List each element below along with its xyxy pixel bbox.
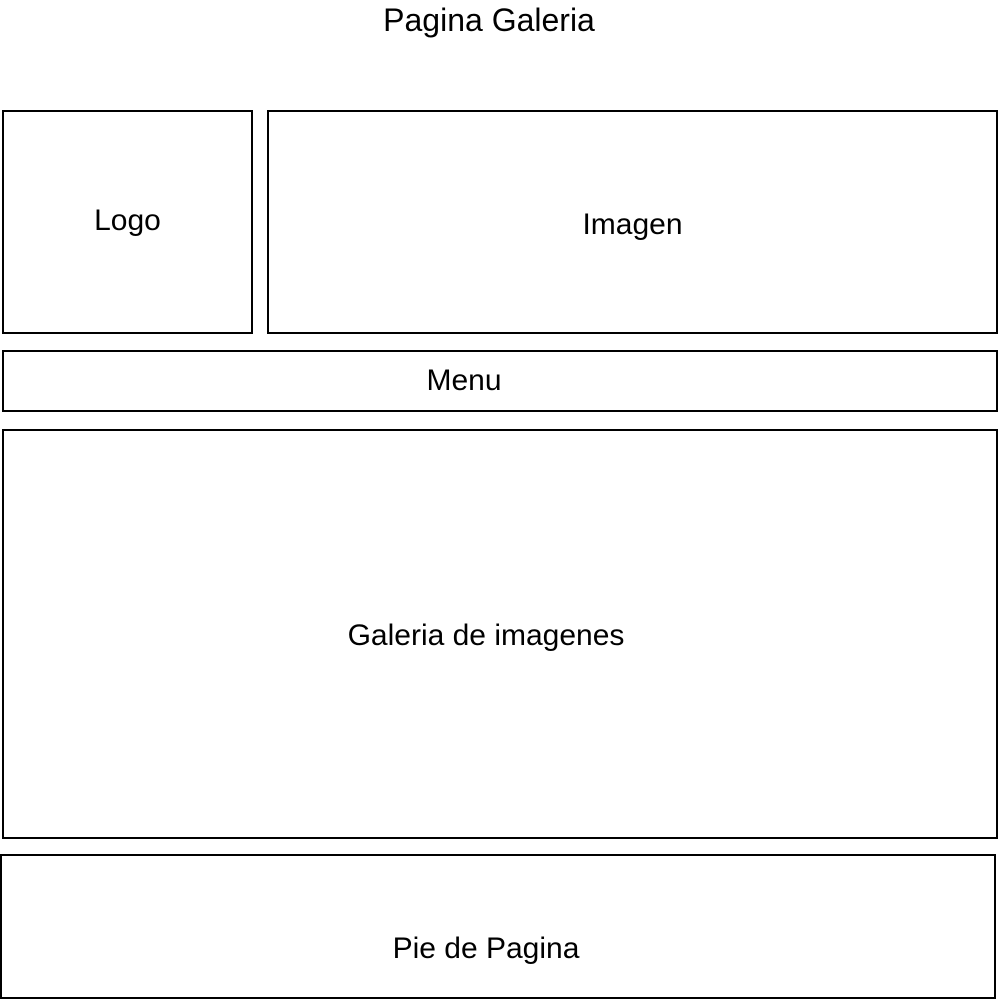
footer-section: Pie de Pagina — [0, 854, 996, 999]
menu-label: Menu — [426, 364, 502, 397]
header-image-section: Imagen — [267, 110, 998, 334]
image-gallery-section: Galeria de imagenes — [2, 429, 998, 839]
header-image-label: Imagen — [582, 208, 683, 241]
footer-label: Pie de Pagina — [392, 932, 580, 965]
logo-section: Logo — [2, 110, 253, 334]
menu-section: Menu — [2, 350, 998, 412]
logo-label: Logo — [94, 204, 161, 237]
page-title: Pagina Galeria — [383, 2, 595, 38]
image-gallery-label: Galeria de imagenes — [347, 619, 625, 652]
